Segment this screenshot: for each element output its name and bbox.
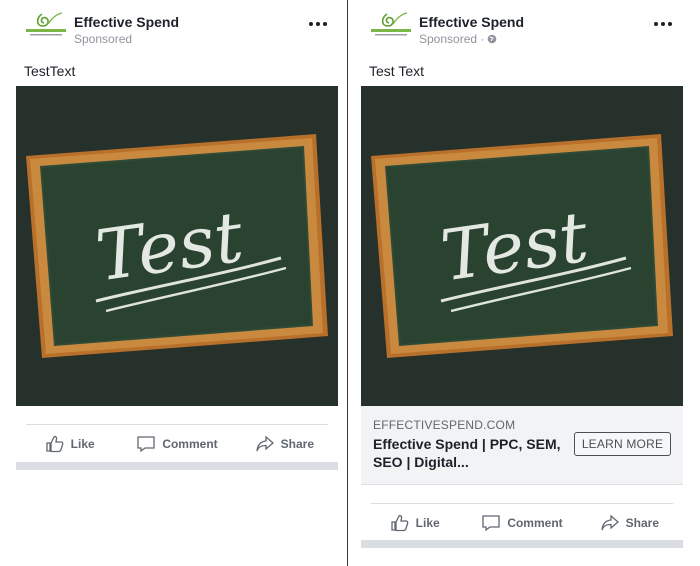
like-icon: [391, 514, 409, 532]
actions-separator: [371, 503, 673, 504]
share-button[interactable]: Share: [231, 432, 338, 456]
share-icon: [600, 514, 619, 531]
post-header: Effective Spend Sponsored: [16, 0, 338, 56]
more-options-icon: [309, 22, 313, 26]
learn-more-button[interactable]: LEARN MORE: [574, 432, 671, 456]
post-text: TestText: [24, 63, 76, 79]
post-actions: Like Comment Share: [16, 406, 338, 472]
post-text: Test Text: [369, 63, 424, 79]
comment-button[interactable]: Comment: [123, 432, 230, 456]
sponsored-text: Sponsored ·: [419, 32, 485, 46]
effective-spend-logo[interactable]: [369, 10, 413, 40]
page-name[interactable]: Effective Spend: [74, 14, 179, 30]
ad-image[interactable]: Test: [16, 86, 338, 406]
share-label: Share: [625, 516, 659, 530]
comment-label: Comment: [507, 516, 563, 530]
share-button[interactable]: Share: [576, 511, 683, 535]
like-icon: [46, 435, 64, 453]
like-label: Like: [70, 437, 95, 451]
link-domain: EFFECTIVESPEND.COM: [373, 418, 516, 432]
like-button[interactable]: Like: [361, 511, 468, 535]
effective-spend-logo[interactable]: [24, 10, 68, 40]
page-name[interactable]: Effective Spend: [419, 14, 524, 30]
sponsored-text: Sponsored: [74, 32, 133, 46]
post-header: Effective Spend Sponsored ·: [361, 0, 683, 56]
comment-icon: [137, 436, 155, 453]
sponsored-label: Sponsored ·: [419, 32, 497, 46]
more-options-button[interactable]: [651, 16, 675, 32]
chalkboard-image: Test: [16, 86, 338, 406]
link-title[interactable]: Effective Spend | PPC, SEM, SEO | Digita…: [373, 435, 563, 471]
comment-label: Comment: [162, 437, 218, 451]
comment-button[interactable]: Comment: [468, 511, 575, 535]
link-preview[interactable]: EFFECTIVESPEND.COM Effective Spend | PPC…: [361, 406, 683, 485]
share-label: Share: [280, 437, 314, 451]
post-bottom-bar: [361, 540, 683, 548]
share-icon: [255, 435, 274, 452]
globe-icon: [488, 34, 497, 44]
more-options-button[interactable]: [306, 16, 330, 32]
like-button[interactable]: Like: [16, 432, 123, 456]
actions-separator: [26, 424, 328, 425]
post-bottom-bar: [16, 462, 338, 470]
post-actions: Like Comment Share: [361, 485, 683, 551]
sponsored-label: Sponsored: [74, 32, 132, 46]
more-options-icon: [654, 22, 658, 26]
chalkboard-image: Test: [361, 86, 683, 406]
ad-image[interactable]: Test: [361, 86, 683, 406]
ad-preview-left: Effective Spend Sponsored TestText Test …: [16, 0, 338, 472]
panel-divider: [347, 0, 348, 566]
like-label: Like: [415, 516, 440, 530]
ad-preview-right: Effective Spend Sponsored · Test Text Te…: [361, 0, 683, 551]
comment-icon: [482, 515, 500, 532]
